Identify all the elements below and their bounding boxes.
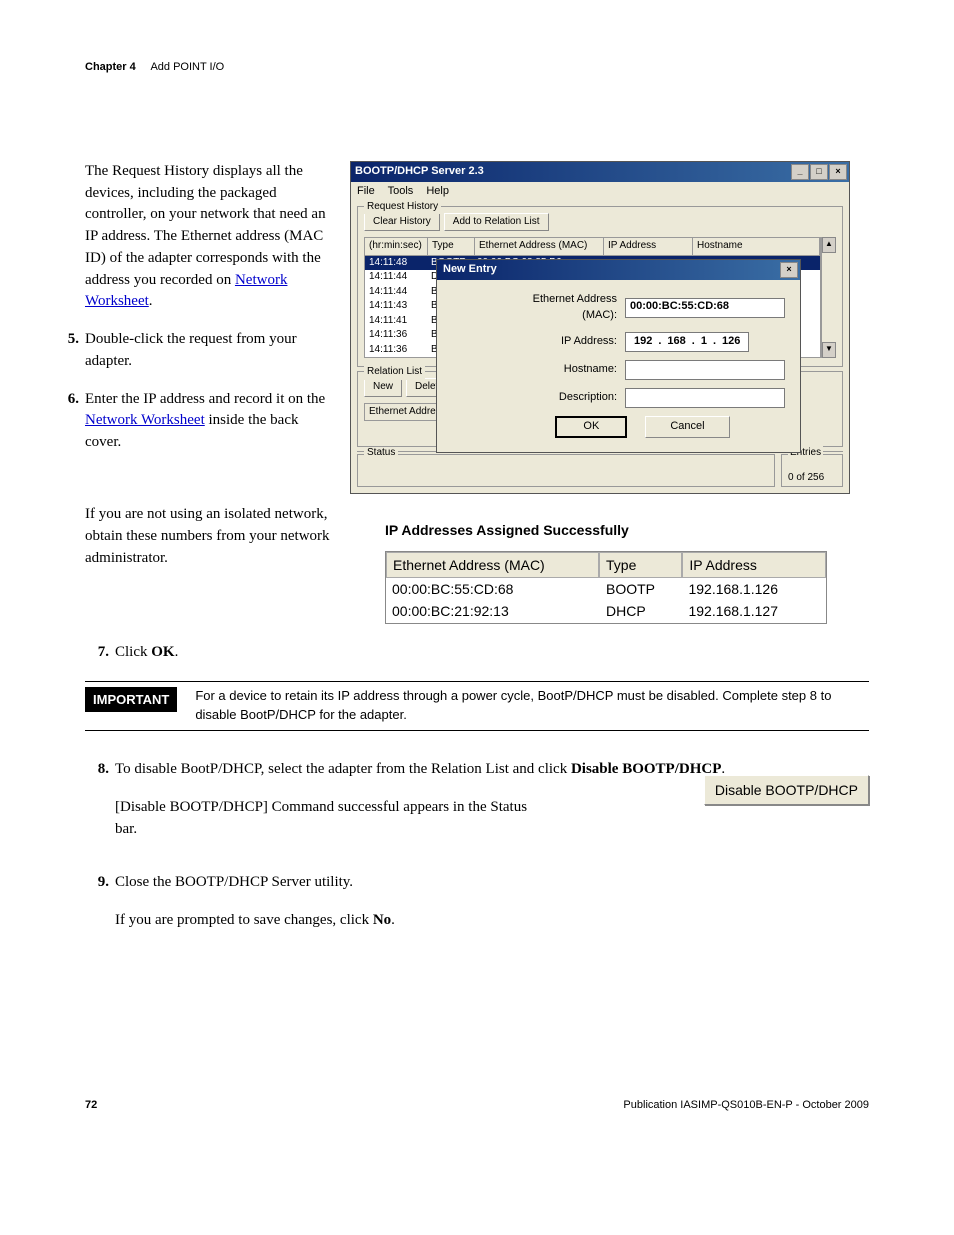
menu-help[interactable]: Help	[426, 185, 449, 197]
bootp-menubar: File Tools Help	[351, 182, 849, 202]
step-8-sub: [Disable BOOTP/DHCP] Command successful …	[115, 797, 535, 841]
step-8-text: To disable BootP/DHCP, select the adapte…	[115, 759, 869, 856]
col-type: Type	[428, 238, 475, 255]
col-time: (hr:min:sec)	[365, 238, 428, 255]
description-label: Description:	[497, 390, 625, 406]
dialog-close-icon[interactable]: ×	[780, 262, 798, 278]
maximize-icon[interactable]: □	[810, 164, 828, 180]
step-9-number: 9.	[85, 872, 115, 948]
disable-bootp-dhcp-button[interactable]: Disable BOOTP/DHCP	[704, 775, 869, 805]
request-history-header: (hr:min:sec) Type Ethernet Address (MAC)…	[364, 237, 821, 256]
relation-list-label: Relation List	[364, 365, 425, 380]
step-5-text: Double-click the request from your adapt…	[85, 329, 330, 373]
step-6-number: 6.	[55, 389, 85, 454]
important-badge: IMPORTANT	[85, 687, 177, 712]
status-label: Status	[364, 447, 398, 458]
step-9-text: Close the BOOTP/DHCP Server utility. If …	[115, 872, 869, 948]
ip-label: IP Address:	[497, 334, 625, 350]
minimize-icon[interactable]: _	[791, 164, 809, 180]
bootp-title: BOOTP/DHCP Server 2.3	[355, 164, 484, 180]
hostname-input[interactable]	[625, 360, 785, 380]
bootp-window: BOOTP/DHCP Server 2.3 _ □ × File Tools H…	[350, 161, 850, 494]
intro-paragraph: The Request History displays all the dev…	[85, 161, 330, 313]
page-number: 72	[85, 1098, 97, 1114]
cancel-button[interactable]: Cancel	[645, 416, 729, 438]
entries-count: 0 of 256	[788, 471, 836, 486]
dialog-titlebar[interactable]: New Entry ×	[437, 260, 800, 280]
network-worksheet-link-2[interactable]: Network Worksheet	[85, 412, 205, 428]
ok-button[interactable]: OK	[555, 416, 627, 438]
mac-label: Ethernet Address (MAC):	[497, 292, 625, 324]
menu-tools[interactable]: Tools	[388, 185, 414, 197]
scroll-down-icon[interactable]: ▼	[822, 342, 836, 358]
assigned-table-header: Ethernet Address (MAC) Type IP Address	[386, 552, 826, 578]
table-row: 00:00:BC:55:CD:68 BOOTP 192.168.1.126	[386, 578, 826, 600]
publication-id: Publication IASIMP-QS010B-EN-P - October…	[623, 1098, 869, 1114]
description-input[interactable]	[625, 388, 785, 408]
new-entry-dialog: New Entry × Ethernet Address (MAC): 00:0…	[436, 259, 801, 453]
page-header: Chapter 4 Add POINT I/O	[85, 60, 869, 76]
chapter-title: Add POINT I/O	[150, 61, 224, 73]
step-5-number: 5.	[55, 329, 85, 373]
step-7-number: 7.	[85, 642, 115, 664]
col-hostname: Hostname	[693, 238, 820, 255]
col-type: Type	[599, 552, 682, 578]
table-row: 00:00:BC:21:92:13 DHCP 192.168.1.127	[386, 600, 826, 622]
close-icon[interactable]: ×	[829, 164, 847, 180]
menu-file[interactable]: File	[357, 185, 375, 197]
new-button[interactable]: New	[364, 378, 402, 397]
scroll-up-icon[interactable]: ▲	[822, 237, 836, 253]
step-8-number: 8.	[85, 759, 115, 856]
step-9-sub: If you are prompted to save changes, cli…	[115, 910, 869, 932]
col-ip: IP Address	[682, 552, 826, 578]
dialog-title: New Entry	[443, 262, 497, 278]
page-footer: 72 Publication IASIMP-QS010B-EN-P - Octo…	[85, 1098, 869, 1114]
hostname-label: Hostname:	[497, 362, 625, 378]
assigned-heading: IP Addresses Assigned Successfully	[385, 520, 869, 540]
ip-input[interactable]: 192. 168. 1. 126	[625, 332, 749, 352]
request-history-scrollbar[interactable]: ▲ ▼	[821, 237, 836, 358]
bootp-statusbar: Status Entries 0 of 256	[357, 451, 843, 489]
col-mac: Ethernet Address (MAC)	[475, 238, 604, 255]
request-history-label: Request History	[364, 200, 441, 215]
col-mac: Ethernet Address (MAC)	[386, 552, 599, 578]
step-7-text: Click OK.	[115, 642, 869, 664]
clear-history-button[interactable]: Clear History	[364, 213, 440, 232]
chapter-number: Chapter 4	[85, 61, 136, 73]
step-6-text: Enter the IP address and record it on th…	[85, 389, 330, 454]
assigned-table: Ethernet Address (MAC) Type IP Address 0…	[385, 551, 827, 624]
bootp-titlebar[interactable]: BOOTP/DHCP Server 2.3 _ □ ×	[351, 162, 849, 182]
col-ip: IP Address	[604, 238, 693, 255]
important-note: IMPORTANT For a device to retain its IP …	[85, 681, 869, 731]
important-text: For a device to retain its IP address th…	[195, 682, 869, 730]
add-to-relation-list-button[interactable]: Add to Relation List	[444, 213, 549, 232]
mac-input[interactable]: 00:00:BC:55:CD:68	[625, 298, 785, 318]
isolated-network-note: If you are not using an isolated network…	[85, 504, 365, 569]
